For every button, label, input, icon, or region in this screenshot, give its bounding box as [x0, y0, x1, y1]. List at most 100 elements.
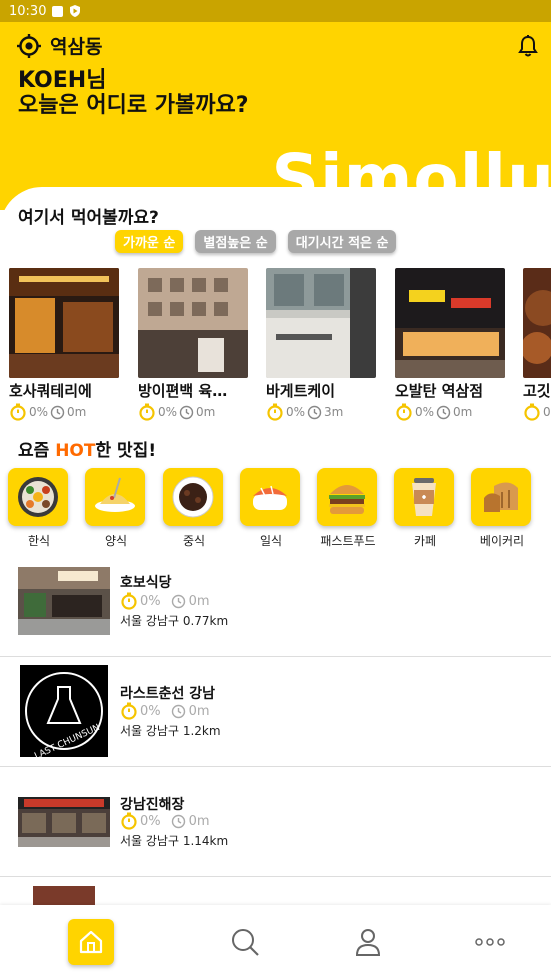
nav-home[interactable]: [68, 919, 114, 965]
restaurant-card[interactable]: 바게트케이 0% 3m: [266, 268, 376, 421]
bell-icon[interactable]: [517, 34, 539, 58]
restaurant-card[interactable]: 호사쿼테리에 0% 0m: [9, 268, 119, 421]
restaurant-photo: [9, 268, 119, 378]
more-icon: [475, 938, 505, 946]
hot-title-highlight: HOT: [55, 441, 96, 461]
clock-icon: [171, 704, 185, 718]
wait-time: 0m: [188, 593, 210, 609]
stopwatch-icon: [121, 812, 137, 830]
nav-profile[interactable]: [345, 919, 391, 965]
restaurant-name: 라스트춘선 강남: [120, 686, 216, 702]
bottom-navigation: [0, 905, 551, 978]
clock-icon: [50, 405, 65, 419]
list-item[interactable]: 호보식당 0% 0m 서울 강남구 0.77km: [0, 547, 551, 657]
sort-chip-nearest[interactable]: 가까운 순: [115, 230, 184, 253]
nav-more[interactable]: [467, 919, 513, 965]
clock-icon: [171, 594, 185, 608]
restaurant-photo: [266, 268, 376, 378]
sushi-icon: [253, 485, 287, 510]
wait-time: 0m: [453, 405, 473, 419]
restaurant-address: 서울 강남구 1.2km: [120, 724, 221, 738]
home-icon: [79, 930, 103, 954]
restaurant-thumbnail: [18, 567, 110, 635]
greeting-user: KOEH님: [18, 68, 107, 93]
category-western[interactable]: 양식: [85, 468, 147, 549]
wait-rate: 0%: [158, 405, 178, 419]
notification-icon: [52, 5, 64, 17]
greeting: KOEH님 오늘은 어디로 가볼까요?: [18, 68, 248, 118]
category-bakery[interactable]: 베이커리: [471, 468, 533, 549]
pasta-icon: [95, 477, 135, 512]
category-fastfood[interactable]: 패스트푸드: [317, 468, 379, 549]
play-protect-icon: [70, 5, 81, 17]
restaurant-name: 오발탄 역삼점: [395, 382, 484, 400]
restaurant-address: 서울 강남구 0.77km: [120, 614, 229, 628]
nearby-section-title: 여기서 먹어볼까요?: [18, 208, 159, 228]
restaurant-name: 호사쿼테리에: [9, 382, 92, 400]
wait-time: 3m: [324, 405, 344, 419]
sort-chips: 가까운 순 별점높은 순 대기시간 적은 순: [115, 230, 397, 253]
restaurant-metrics: 0% 0m: [120, 812, 210, 830]
hot-title-prefix: 요즘: [18, 441, 56, 461]
restaurant-thumbnail: [18, 797, 110, 847]
status-bar: 10:30: [0, 0, 551, 22]
clock-icon: [179, 405, 194, 419]
sort-chip-rating[interactable]: 별점높은 순: [195, 230, 276, 253]
nearby-restaurant-carousel[interactable]: 호사쿼테리에 0% 0m 방이편백 육… 0% 0m 바게트케이 0% 3m 오…: [9, 268, 551, 421]
restaurant-name: 고깃: [523, 382, 551, 400]
clock-icon: [307, 405, 322, 419]
restaurant-thumbnail: LAST CHUNSUN: [20, 665, 108, 757]
stopwatch-icon: [267, 403, 283, 421]
stopwatch-icon: [121, 702, 137, 720]
greeting-question: 오늘은 어디로 가볼까요?: [18, 93, 249, 118]
restaurant-card[interactable]: 고깃 0: [523, 268, 551, 421]
clock-icon: [171, 814, 185, 828]
stopwatch-icon: [396, 403, 412, 421]
restaurant-photo: [523, 268, 551, 378]
restaurant-metrics: 0% 0m: [395, 403, 505, 421]
clock-icon: [436, 405, 451, 419]
hot-section-title: 요즘 HOT한 맛집!: [18, 436, 156, 461]
location-selector[interactable]: 역삼동: [16, 32, 102, 59]
category-cafe[interactable]: 카페: [394, 468, 456, 549]
list-item[interactable]: 강남진해장 0% 0m 서울 강남구 1.14km: [0, 767, 551, 877]
restaurant-metrics: 0% 3m: [266, 403, 376, 421]
restaurant-photo: [395, 268, 505, 378]
hot-title-suffix: 한 맛집!: [95, 441, 157, 461]
restaurant-thumbnail-partial: [33, 886, 95, 906]
list-item[interactable]: LAST CHUNSUN 라스트춘선 강남 0% 0m 서울 강남구 1.2km: [0, 657, 551, 767]
restaurant-name: 호보식당: [120, 575, 172, 591]
category-korean[interactable]: 한식: [8, 468, 70, 549]
restaurant-name: 방이편백 육…: [138, 382, 228, 400]
stopwatch-icon: [10, 403, 26, 421]
restaurant-name: 바게트케이: [266, 382, 336, 400]
restaurant-address: 서울 강남구 1.14km: [120, 834, 229, 848]
restaurant-card[interactable]: 오발탄 역삼점 0% 0m: [395, 268, 505, 421]
wait-rate: 0%: [140, 813, 161, 829]
category-chinese[interactable]: 중식: [163, 468, 225, 549]
location-target-icon: [17, 33, 41, 58]
wait-rate: 0%: [415, 405, 435, 419]
wait-time: 0m: [196, 405, 216, 419]
wait-rate: 0%: [29, 405, 49, 419]
wait-rate: 0%: [140, 703, 161, 719]
sort-chip-wait[interactable]: 대기시간 적은 순: [287, 230, 397, 253]
bibimbap-icon: [18, 477, 58, 517]
stopwatch-icon: [524, 403, 540, 421]
wait-time: 0m: [67, 405, 87, 419]
wait-time: 0m: [188, 703, 210, 719]
stopwatch-icon: [139, 403, 155, 421]
wait-rate: 0%: [140, 593, 161, 609]
restaurant-metrics: 0% 0m: [120, 702, 210, 720]
nav-search[interactable]: [222, 919, 268, 965]
search-icon: [232, 929, 259, 956]
wait-time: 0m: [188, 813, 210, 829]
coffee-cup-icon: [412, 478, 436, 516]
stopwatch-icon: [121, 592, 137, 610]
burger-icon: [329, 485, 365, 514]
category-japanese[interactable]: 일식: [240, 468, 302, 549]
restaurant-name: 강남진해장: [120, 797, 185, 813]
restaurant-card[interactable]: 방이편백 육… 0% 0m: [138, 268, 248, 421]
restaurant-metrics: 0% 0m: [138, 403, 248, 421]
header: 역삼동 KOEH님 오늘은 어디로 가볼까요? Simollu: [0, 22, 551, 210]
